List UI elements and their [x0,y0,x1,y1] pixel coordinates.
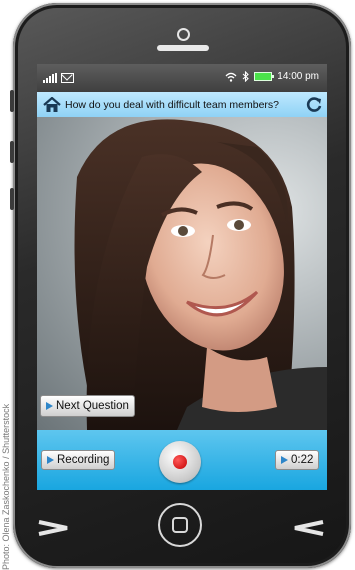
status-bar: 14:00 pm [37,64,327,92]
home-button[interactable] [158,503,202,547]
refresh-icon[interactable] [306,96,323,113]
front-camera [177,28,190,41]
person-photo [74,119,327,430]
question-text: How do you deal with difficult team memb… [65,98,279,111]
recording-button[interactable]: Recording [41,450,116,470]
play-icon [46,402,53,410]
next-question-button[interactable]: Next Question [40,395,135,417]
play-icon [47,456,54,464]
battery-icon [254,72,275,81]
mail-icon [61,73,74,83]
home-icon[interactable] [43,96,61,113]
signal-icon [43,73,57,83]
bluetooth-icon [242,71,250,82]
status-time: 14:00 pm [277,71,319,82]
earpiece-speaker [157,45,209,51]
recording-controls: Recording 0:22 [37,430,327,490]
photo-credit-text: Photo: Olena Zaskochenko / Shutterstock [1,403,11,570]
wifi-icon [225,72,237,82]
photo-credit: Photo: Olena Zaskochenko / Shutterstock [0,250,12,570]
timer-button[interactable]: 0:22 [275,450,320,470]
phone-frame: 14:00 pm How do you deal with difficult … [10,3,351,568]
record-button[interactable] [159,441,201,483]
video-preview: Next Question [37,117,327,430]
next-question-label: Next Question [56,400,129,412]
back-icon[interactable] [37,518,73,538]
screen: 14:00 pm How do you deal with difficult … [37,64,327,490]
menu-icon[interactable] [289,518,325,538]
question-bar: How do you deal with difficult team memb… [37,92,327,117]
home-square-icon [172,517,188,533]
recording-label: Recording [57,454,110,466]
power-button[interactable] [10,188,14,210]
volume-down-button[interactable] [10,141,14,163]
record-icon [173,455,187,469]
volume-up-button[interactable] [10,90,14,112]
play-icon [281,456,288,464]
timer-label: 0:22 [291,454,314,466]
